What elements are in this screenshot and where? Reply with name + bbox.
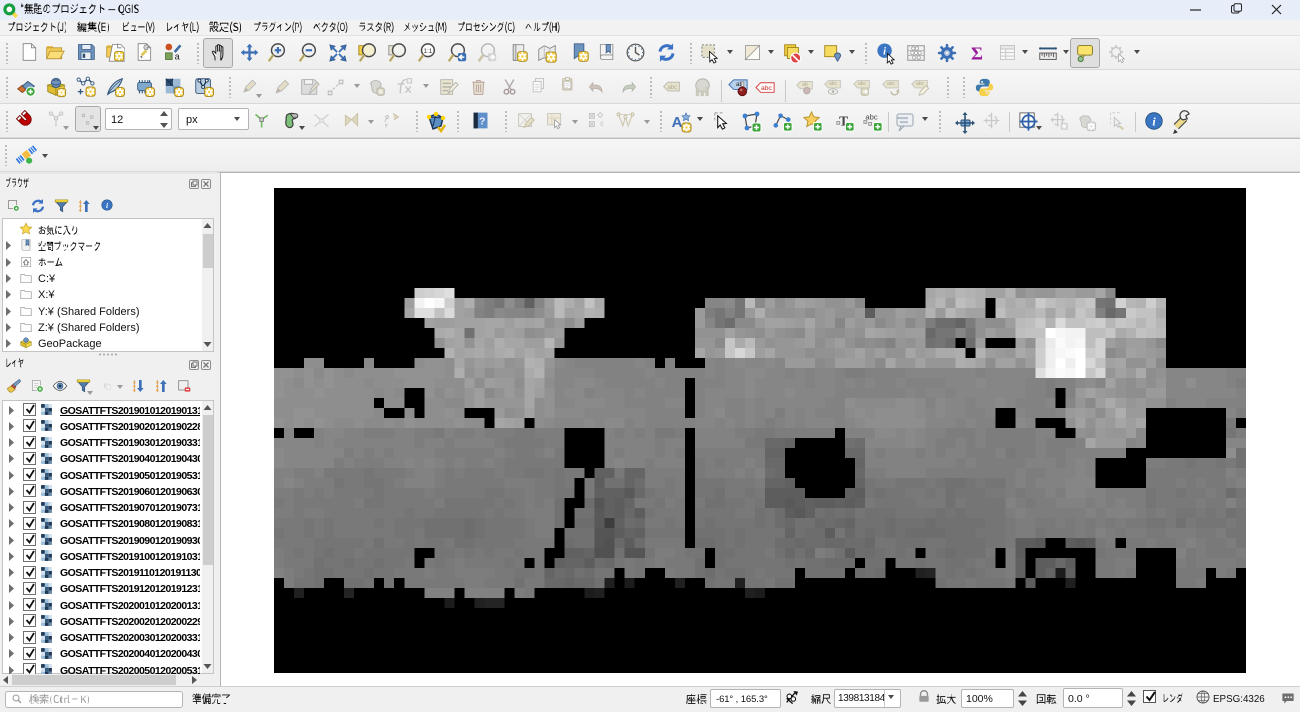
svg-text:i: i (883, 46, 886, 57)
svg-text:abc: abc (761, 85, 772, 92)
svg-text:abc: abc (829, 81, 838, 87)
svg-text:abc: abc (916, 81, 925, 87)
svg-text:Σ: Σ (971, 43, 983, 63)
svg-text:a: a (175, 52, 181, 62)
svg-text:ε: ε (600, 118, 604, 128)
svg-text:A: A (672, 114, 683, 131)
svg-text:1:1: 1:1 (423, 48, 432, 55)
svg-text:abc: abc (865, 113, 878, 122)
svg-text:abc: abc (667, 84, 677, 91)
svg-text:?: ? (479, 115, 485, 127)
svg-text:abc: abc (858, 81, 867, 87)
svg-text:abc: abc (887, 81, 896, 87)
